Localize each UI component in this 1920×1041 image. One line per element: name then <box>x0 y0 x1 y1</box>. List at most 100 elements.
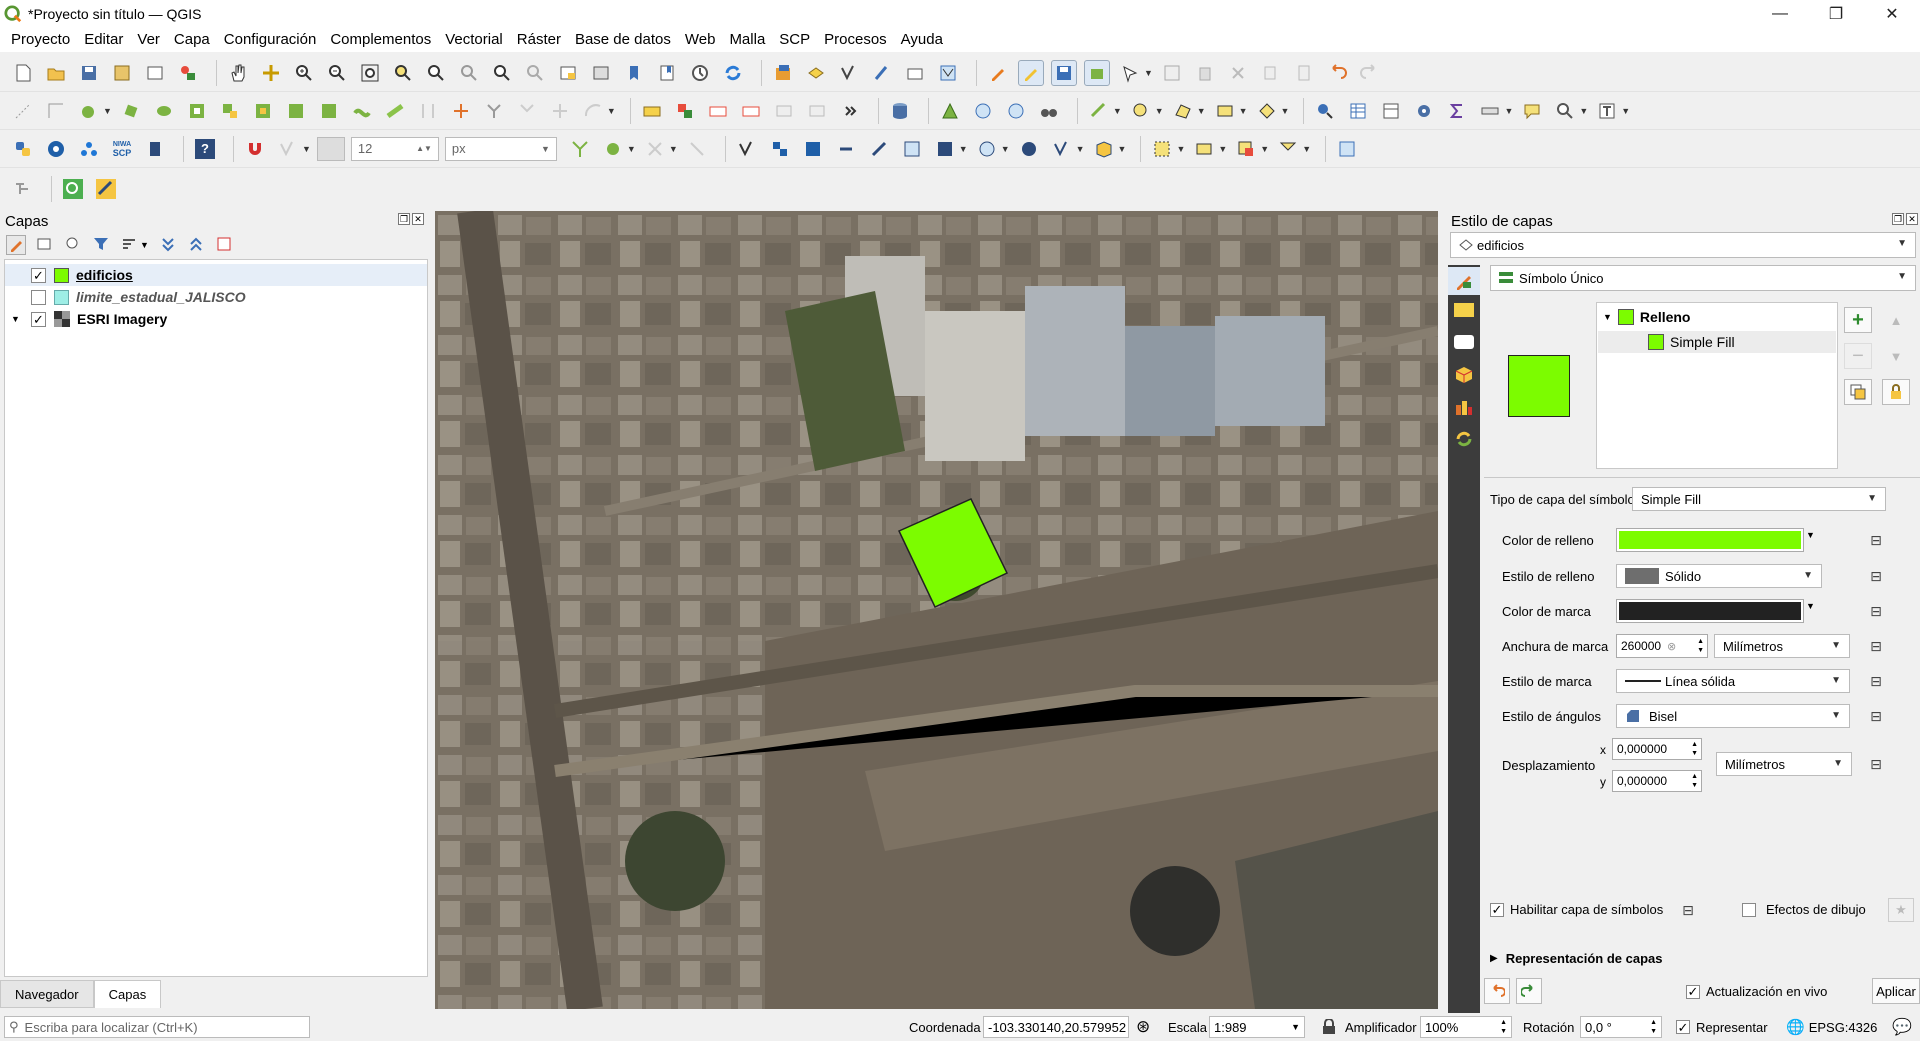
pin-tool-icon[interactable] <box>10 176 36 202</box>
unit-combo[interactable]: px ▼ <box>444 136 557 161</box>
label-pin-icon[interactable] <box>672 98 698 124</box>
zoom-selection-icon[interactable] <box>390 60 416 86</box>
topology-dropdown-icon[interactable]: ▼ <box>627 144 636 154</box>
expand-all-icon[interactable] <box>159 235 177 256</box>
intersection-dropdown-icon[interactable]: ▼ <box>669 144 678 154</box>
coordinate-field[interactable]: -103.330140,20.579952 <box>983 1016 1129 1038</box>
bookmark-icon[interactable] <box>621 60 647 86</box>
pan-hand-icon[interactable] <box>225 60 251 86</box>
select-attributes-icon[interactable] <box>1191 136 1217 162</box>
zoom-layer-icon[interactable] <box>423 60 449 86</box>
scp-plugin-icon[interactable]: NIWA SCP <box>109 136 135 162</box>
layer-row-esri-imagery[interactable]: ▼ ✓ ESRI Imagery <box>5 308 167 330</box>
new-3d-map-icon[interactable] <box>588 60 614 86</box>
save-edits-icon[interactable] <box>1051 59 1077 86</box>
plugin-tools-icon[interactable] <box>142 136 168 162</box>
shape-digitize-dropdown-icon[interactable]: ▼ <box>103 106 112 116</box>
layer-visibility-checkbox[interactable] <box>31 289 46 305</box>
layer-row-limite-estadual[interactable]: limite_estadual_JALISCO <box>5 286 246 308</box>
modify-attributes-icon[interactable] <box>1159 60 1185 86</box>
menu-scp[interactable]: SCP <box>772 28 817 52</box>
data-defined-icon[interactable]: ⊟ <box>1676 899 1700 921</box>
merge-features-icon[interactable] <box>481 98 507 124</box>
symbol-tree-root[interactable]: ▼ Relleno <box>1603 309 1691 325</box>
globe-web-icon[interactable] <box>1016 136 1042 162</box>
add-raster-icon[interactable] <box>869 60 895 86</box>
offset-y-spin[interactable]: 0,000000 ▲ ▼ <box>1612 770 1702 792</box>
zoom-full-icon[interactable] <box>357 60 383 86</box>
redo-icon[interactable] <box>1357 60 1383 86</box>
globe-tool-icon[interactable] <box>970 98 996 124</box>
labels-tab-icon[interactable] <box>1454 303 1474 320</box>
close-panel-icon[interactable]: ✕ <box>412 213 424 225</box>
float-style-panel-icon[interactable]: ❐ <box>1892 213 1904 225</box>
snapping-dropdown-icon[interactable]: ▼ <box>302 144 311 154</box>
fill-color-button[interactable] <box>1616 528 1804 552</box>
pan-to-selection-icon[interactable] <box>258 60 284 86</box>
new-project-icon[interactable] <box>10 60 36 86</box>
package-icon[interactable] <box>1091 136 1117 162</box>
select-attributes-dropdown-icon[interactable]: ▼ <box>1218 144 1227 154</box>
add-wms-icon[interactable] <box>935 60 961 86</box>
select-location-dropdown-icon[interactable]: ▼ <box>1302 144 1311 154</box>
circle-select-dropdown-icon[interactable]: ▼ <box>1155 106 1164 116</box>
grid-tool-icon[interactable] <box>767 136 793 162</box>
rect-select-icon[interactable] <box>1212 98 1238 124</box>
identify-icon[interactable] <box>1312 98 1338 124</box>
new-map-view-icon[interactable] <box>555 60 581 86</box>
zoom-next-icon[interactable] <box>522 60 548 86</box>
tab-capas[interactable]: Capas <box>93 980 162 1008</box>
select-location-icon[interactable] <box>1275 136 1301 162</box>
stroke-color-button[interactable] <box>1616 599 1804 623</box>
add-delimited-icon[interactable] <box>902 60 928 86</box>
zoom-native-icon[interactable] <box>456 60 482 86</box>
data-defined-icon[interactable]: ⊟ <box>1864 600 1888 622</box>
new-layer-icon[interactable] <box>803 60 829 86</box>
globe-plugin-dropdown-icon[interactable]: ▼ <box>1001 144 1010 154</box>
label-change-icon[interactable] <box>804 98 830 124</box>
lock-layer-button[interactable] <box>1882 379 1910 405</box>
add-ring-icon[interactable] <box>184 98 210 124</box>
rotation-spin[interactable]: 0,0 ° ▲ ▼ <box>1580 1016 1662 1038</box>
remove-symbol-layer-button[interactable]: − <box>1844 343 1872 369</box>
layer-rendering-section[interactable]: ▶ Representación de capas <box>1490 951 1663 966</box>
add-shape-icon[interactable] <box>1086 98 1112 124</box>
fill-style-combo[interactable]: Sólido ▼ <box>1616 564 1822 588</box>
offset-curve-icon[interactable] <box>382 98 408 124</box>
snapping-magnet-icon[interactable] <box>242 136 268 162</box>
clear-icon[interactable]: ⊗ <box>1667 640 1676 653</box>
annotation-dropdown-icon[interactable]: ▼ <box>1579 106 1588 116</box>
diagrams-tab-icon[interactable] <box>1454 397 1474 420</box>
enable-symbol-layer-checkbox[interactable]: ✓ Habilitar capa de símbolos <box>1490 902 1663 917</box>
close-style-panel-icon[interactable]: ✕ <box>1906 213 1918 225</box>
locator-input[interactable]: ⚲ Escriba para localizar (Ctrl+K) <box>4 1016 310 1038</box>
add-group-icon[interactable] <box>36 235 54 256</box>
filter-legend-icon[interactable] <box>120 235 138 256</box>
vertex-tool-icon[interactable] <box>1117 60 1143 86</box>
vector-tools-icon[interactable] <box>1049 136 1075 162</box>
diamond-select-dropdown-icon[interactable]: ▼ <box>1281 106 1290 116</box>
delete-part-icon[interactable] <box>316 98 342 124</box>
processing-toolbox-icon[interactable] <box>937 98 963 124</box>
data-defined-icon[interactable]: ⊟ <box>1864 565 1888 587</box>
menu-ver[interactable]: Ver <box>130 28 167 52</box>
move-up-button[interactable]: ▲ <box>1882 307 1910 333</box>
offset-unit-combo[interactable]: Milímetros ▼ <box>1716 752 1852 776</box>
spin-arrows-icon[interactable]: ▲ ▼ <box>1697 637 1704 655</box>
filter-legend-dropdown-icon[interactable]: ▼ <box>140 240 149 250</box>
vector-edit-icon[interactable] <box>734 136 760 162</box>
curve-icon[interactable] <box>580 98 606 124</box>
menu-procesos[interactable]: Procesos <box>817 28 894 52</box>
self-snap-icon[interactable] <box>684 136 710 162</box>
restore-button[interactable]: ❐ <box>1808 0 1864 28</box>
open-project-icon[interactable] <box>43 60 69 86</box>
menu-web[interactable]: Web <box>678 28 723 52</box>
expand-arrow-icon[interactable]: ▼ <box>11 314 25 324</box>
split-parts-icon[interactable] <box>448 98 474 124</box>
reshape-icon[interactable] <box>349 98 375 124</box>
statistics-sigma-icon[interactable] <box>1444 98 1470 124</box>
close-button[interactable]: ✕ <box>1864 0 1920 28</box>
vector-tools-dropdown-icon[interactable]: ▼ <box>1076 144 1085 154</box>
grid-tool-2-icon[interactable] <box>800 136 826 162</box>
line-tool-icon[interactable] <box>866 136 892 162</box>
